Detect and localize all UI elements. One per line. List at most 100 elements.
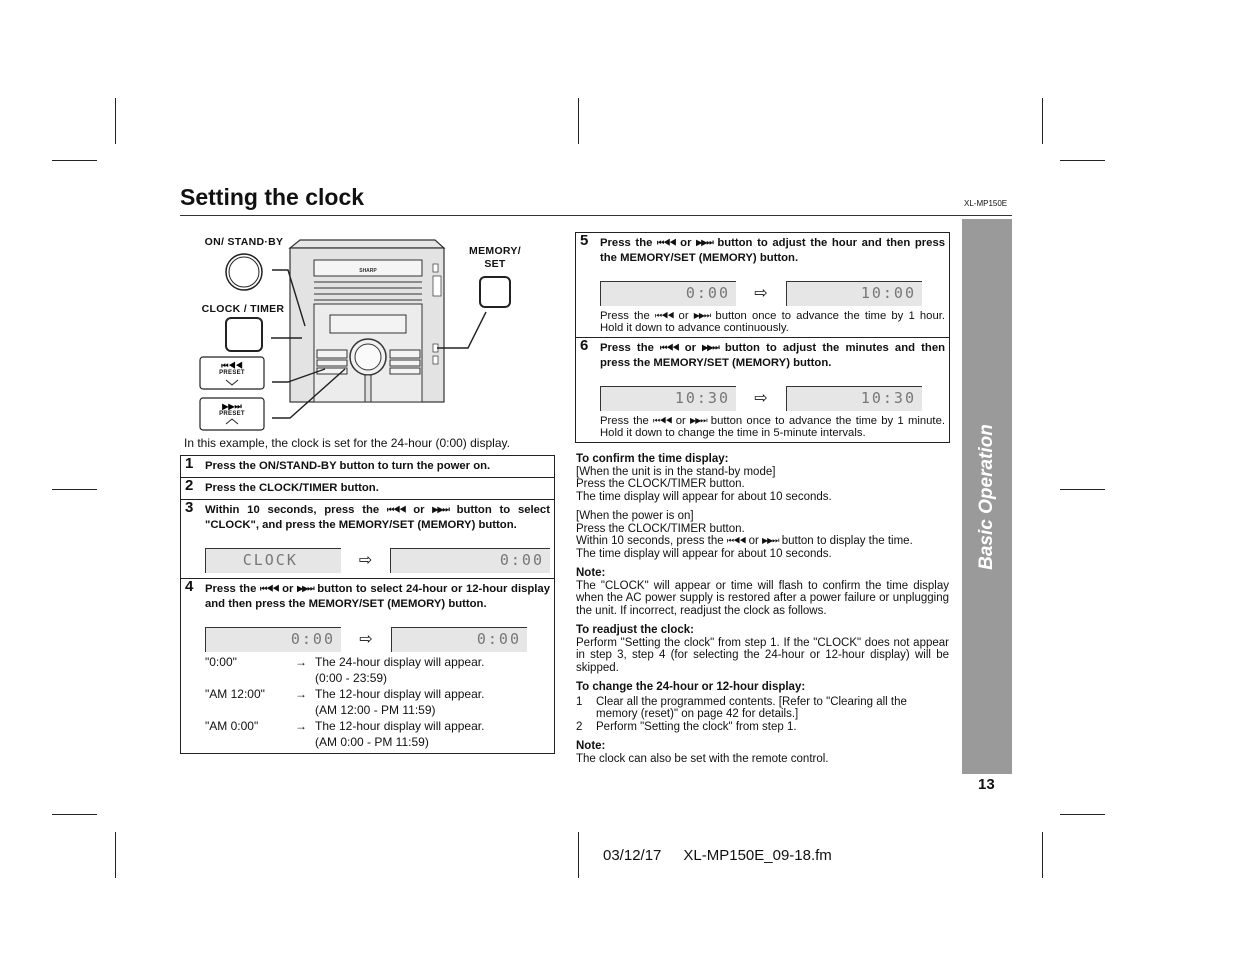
next-icon: ▶▶⏭ (702, 343, 719, 352)
next-icon: ▶▶⏭ (693, 311, 711, 320)
list-item: 2 Perform "Setting the clock" from step 1… (576, 720, 797, 733)
lcd-display: 0:00 (391, 626, 527, 652)
model-number: XL-MP150E (964, 199, 1008, 208)
next-icon: ▶▶⏭ (690, 416, 707, 425)
footer-file: XL-MP150E_09-18.fm (683, 847, 832, 864)
step-text: Press the CLOCK/TIMER button. (205, 482, 379, 494)
step-1: 1 Press the ON/STAND-BY button to turn t… (181, 456, 554, 477)
lcd-display: 0:00 (205, 626, 341, 652)
prev-icon: ⏮◀◀ (221, 361, 242, 370)
prev-icon: ⏮◀◀ (386, 505, 407, 514)
right-column-notes: To confirm the time display: [When the u… (576, 453, 949, 772)
step-note: Press the ⏮◀◀ or ▶▶⏭ button once to adva… (600, 415, 945, 439)
list-item: 1 Clear all the programmed contents. [Ref… (576, 695, 907, 721)
crop-mark (52, 814, 97, 815)
step-number: 6 (580, 337, 589, 354)
change-heading: To change the 24-hour or 12-hour display… (576, 681, 806, 693)
title-divider (180, 215, 1012, 216)
page-title: Setting the clock (180, 184, 365, 210)
crop-mark (115, 832, 116, 878)
step-text: Press the ⏮◀◀ or ▶▶⏭ button to select 24… (205, 583, 550, 610)
on-standby-label: ON/ STAND·BY (204, 236, 284, 248)
next-icon: ▶▶⏭ (297, 584, 314, 593)
footer-date: 03/12/17 (603, 847, 662, 864)
prev-icon: ⏮◀◀ (657, 238, 677, 247)
arrow-icon: → (295, 655, 307, 669)
crop-mark (115, 98, 116, 144)
next-icon: ▶▶⏭ (762, 536, 779, 545)
readjust-heading: To readjust the clock: (576, 624, 695, 636)
arrow-icon: → (295, 719, 307, 733)
change-list: 1 Clear all the programmed contents. [Ref… (576, 696, 949, 734)
crop-mark (1042, 98, 1043, 144)
step-2: 2 Press the CLOCK/TIMER button. (181, 477, 554, 499)
steps-box-left: 1 Press the ON/STAND-BY button to turn t… (180, 455, 555, 754)
prev-icon: ⏮◀◀ (660, 343, 680, 352)
device-diagram: SHARP ⏮◀◀ ▶▶⏭ ON/ STAND·BY CLOCK / TIMER… (180, 232, 560, 432)
prev-icon: ⏮◀◀ (260, 584, 280, 593)
lcd-sequence: CLOCK ⇨ 0:00 (205, 547, 550, 573)
step-text: Press the ⏮◀◀ or ▶▶⏭ button to adjust th… (600, 237, 946, 264)
section-tab: Basic Operation (962, 219, 1012, 774)
memory-set-label-2: SET (484, 258, 506, 270)
memory-set-label-1: MEMORY/ (469, 245, 521, 257)
crop-mark (52, 489, 97, 490)
preset-down-label: PRESET (219, 370, 245, 376)
steps-box-right: 5 Press the ⏮◀◀ or ▶▶⏭ button to adjust … (575, 232, 950, 443)
crop-mark (1060, 160, 1105, 161)
crop-mark (52, 160, 97, 161)
next-icon: ▶▶⏭ (432, 505, 449, 514)
arrow-right-icon: ⇨ (754, 284, 768, 302)
preset-up-label: PRESET (219, 411, 245, 417)
step-3: 3 Within 10 seconds, press the ⏮◀◀ or ▶▶… (181, 499, 554, 578)
note2-text: The clock can also be set with the remot… (576, 752, 829, 765)
crop-mark (1060, 489, 1105, 490)
arrow-right-icon: ⇨ (359, 630, 373, 648)
display-options: "0:00" → The 24-hour display will appear.(… (205, 654, 550, 750)
lcd-display: CLOCK (205, 547, 341, 573)
note-heading: Note: (576, 567, 606, 579)
lcd-sequence: 0:00 ⇨ 0:00 (205, 626, 550, 652)
step-number: 5 (580, 232, 589, 249)
step-5: 5 Press the ⏮◀◀ or ▶▶⏭ button to adjust … (576, 233, 949, 337)
arrow-right-icon: ⇨ (754, 389, 768, 407)
lcd-display: 10:30 (786, 385, 922, 411)
confirm-standby: [When the unit is in the stand-by mode] … (576, 465, 832, 503)
step-4: 4 Press the ⏮◀◀ or ▶▶⏭ button to select … (181, 578, 554, 753)
readjust-text: Perform "Setting the clock" from step 1.… (576, 636, 949, 674)
diagram-caption: In this example, the clock is set for th… (184, 436, 510, 450)
option-row: "AM 12:00" → The 12-hour display will appe… (205, 687, 485, 717)
confirm-power-on: [When the power is on] Press the CLOCK/T… (576, 510, 913, 560)
next-icon: ▶▶⏭ (221, 402, 242, 411)
option-row: "0:00" → The 24-hour display will appear.(… (205, 655, 485, 685)
section-tab-label: Basic Operation (976, 423, 997, 570)
step-6: 6 Press the ⏮◀◀ or ▶▶⏭ button to adjust … (576, 337, 949, 442)
crop-mark (578, 98, 579, 144)
lcd-sequence: 0:00 ⇨ 10:00 (600, 280, 945, 306)
page-number: 13 (978, 776, 995, 793)
prev-icon: ⏮◀◀ (726, 536, 747, 545)
note-text: The "CLOCK" will appear or time will fla… (576, 579, 949, 617)
step-number: 2 (185, 477, 194, 494)
lcd-display: 0:00 (600, 280, 736, 306)
note2-heading: Note: (576, 740, 606, 752)
crop-mark (1042, 832, 1043, 878)
lcd-display: 10:30 (600, 385, 736, 411)
step-number: 4 (185, 578, 194, 595)
lcd-display: 0:00 (390, 547, 550, 573)
next-icon: ▶▶⏭ (696, 238, 713, 247)
lcd-display: 10:00 (786, 280, 922, 306)
step-note: Press the ⏮◀◀ or ▶▶⏭ button once to adva… (600, 310, 946, 334)
clock-timer-label: CLOCK / TIMER (201, 303, 285, 315)
step-text: Within 10 seconds, press the ⏮◀◀ or ▶▶⏭ … (205, 504, 550, 531)
prev-icon: ⏮◀◀ (653, 416, 673, 425)
option-row: "AM 0:00" → The 12-hour display will appea… (205, 719, 485, 749)
lcd-sequence: 10:30 ⇨ 10:30 (600, 385, 945, 411)
step-number: 1 (185, 455, 194, 472)
step-number: 3 (185, 499, 194, 516)
brand-logo: SHARP (359, 268, 377, 274)
crop-mark (1060, 814, 1105, 815)
footer: 03/12/17 XL-MP150E_09-18.fm (603, 847, 832, 864)
step-text: Press the ⏮◀◀ or ▶▶⏭ button to adjust th… (600, 342, 945, 369)
arrow-icon: → (295, 687, 307, 701)
